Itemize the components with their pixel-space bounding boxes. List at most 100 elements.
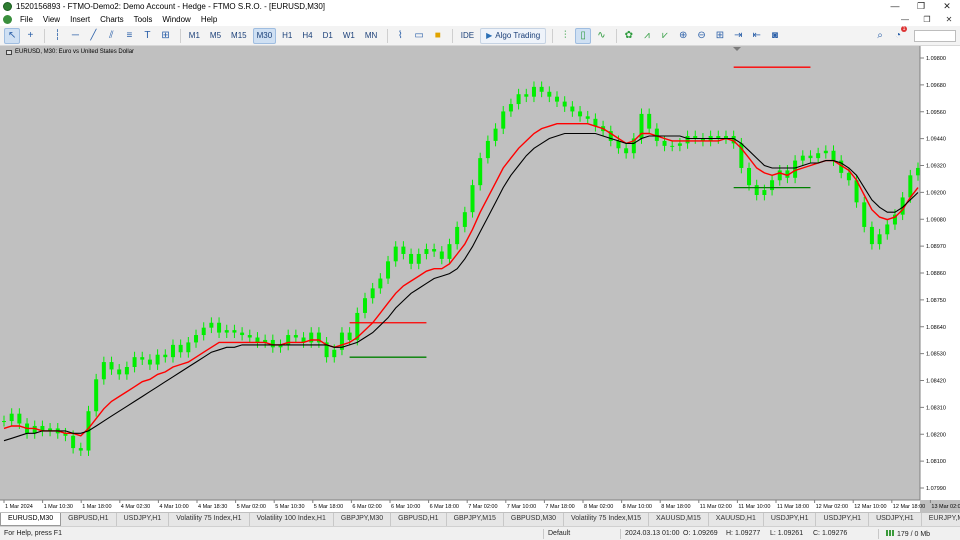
- close-button[interactable]: ✕: [934, 0, 960, 13]
- chart-minimize-button[interactable]: —: [894, 15, 916, 24]
- timeframe-m5[interactable]: M5: [206, 28, 225, 44]
- candle: [516, 88, 521, 110]
- time-tick-label: 4 Mar 10:00: [159, 504, 188, 510]
- timeframe-m1[interactable]: M1: [185, 28, 204, 44]
- timeframe-w1[interactable]: W1: [339, 28, 359, 44]
- candle: [201, 322, 206, 341]
- vertical-line-icon[interactable]: ┆: [49, 28, 65, 44]
- candle: [547, 86, 552, 103]
- chart-window[interactable]: 1.09800 1.09680 1.09560 1.09440 1.09320 1.092…: [0, 46, 960, 512]
- candle: [501, 106, 506, 135]
- autoscroll-icon[interactable]: ⇥: [730, 28, 746, 44]
- candle: [432, 243, 437, 257]
- status-profile[interactable]: Default: [548, 530, 570, 537]
- timeframe-m30[interactable]: M30: [252, 27, 277, 44]
- cursor-icon[interactable]: ↖: [4, 27, 21, 44]
- market-icon[interactable]: ■: [430, 28, 446, 44]
- chart-tab[interactable]: EURJPY,M15: [922, 513, 960, 526]
- algo-trading-button[interactable]: ▶ Algo Trading: [480, 27, 547, 44]
- candle: [524, 88, 529, 103]
- chart-tab[interactable]: Volatility 75 Index,H1: [169, 513, 250, 526]
- menu-insert[interactable]: Insert: [70, 15, 90, 24]
- candle: [163, 349, 168, 363]
- menu-view[interactable]: View: [43, 15, 60, 24]
- zoom-in-icon[interactable]: ⊕: [675, 28, 691, 44]
- chart-tab[interactable]: EURUSD,M30: [0, 513, 62, 526]
- crosshair-icon[interactable]: +: [22, 28, 38, 44]
- candle: [685, 130, 690, 149]
- ide-button[interactable]: IDE: [457, 28, 478, 44]
- menu-file[interactable]: File: [20, 15, 33, 24]
- menu-window[interactable]: Window: [162, 15, 190, 24]
- menu-charts[interactable]: Charts: [100, 15, 124, 24]
- channel-icon[interactable]: ⫽: [103, 28, 119, 44]
- chart-shift-icon[interactable]: ⇤: [749, 28, 765, 44]
- candle: [224, 324, 229, 338]
- time-tick-label: 8 Mar 18:00: [661, 504, 690, 510]
- toolbar-separator: [44, 28, 46, 43]
- chart-tab[interactable]: GBPUSD,H1: [391, 513, 447, 526]
- maximize-button[interactable]: ❐: [908, 0, 934, 13]
- indicator-list-icon[interactable]: ⩘: [639, 28, 655, 44]
- chart-restore-button[interactable]: ❐: [916, 15, 938, 24]
- chart-tab[interactable]: GBPUSD,H1: [61, 513, 117, 526]
- candle: [578, 106, 583, 122]
- candle: [747, 162, 752, 191]
- chart-tab[interactable]: GBPJPY,M15: [447, 513, 504, 526]
- candle: [401, 241, 406, 260]
- chart-tabs: EURUSD,M30 GBPUSD,H1 USDJPY,H1 Volatility 7…: [0, 512, 960, 526]
- color-settings-icon[interactable]: ✿: [621, 28, 637, 44]
- fibonacci-icon[interactable]: ≡: [121, 28, 137, 44]
- search-input[interactable]: [914, 29, 956, 42]
- chart-tab[interactable]: USDJPY,H1: [117, 513, 170, 526]
- chart-tab[interactable]: XAUUSD,H1: [709, 513, 764, 526]
- notifications-icon[interactable]: ◔ 1: [890, 25, 907, 44]
- time-tick-label: 6 Mar 02:00: [352, 504, 381, 510]
- price-tick-label: 1.07990: [926, 486, 946, 492]
- search-icon[interactable]: ⌕: [872, 28, 888, 44]
- window-titlebar: 1520156893 - FTMO-Demo2: Demo Account - …: [0, 0, 960, 13]
- text-tool-icon[interactable]: T: [139, 28, 155, 44]
- indicators-icon[interactable]: ⌇: [392, 28, 408, 44]
- candle: [209, 317, 214, 334]
- chart-tab[interactable]: Volatility 100 Index,H1: [250, 513, 334, 526]
- minimize-button[interactable]: —: [882, 0, 908, 13]
- zoom-out-icon[interactable]: ⊖: [693, 28, 709, 44]
- menu-tools[interactable]: Tools: [134, 15, 153, 24]
- periodicity-icon[interactable]: ⩗: [657, 28, 673, 44]
- chart-tab[interactable]: USDJPY,H1: [764, 513, 817, 526]
- timeframe-d1[interactable]: D1: [319, 28, 337, 44]
- status-high: H: 1.09277: [726, 530, 761, 537]
- chart-tab[interactable]: USDJPY,H1: [869, 513, 922, 526]
- screenshot-icon[interactable]: ◙: [767, 28, 783, 44]
- timeframe-h1[interactable]: H1: [278, 28, 296, 44]
- chart-tab[interactable]: XAUUSD,M15: [649, 513, 709, 526]
- chart-tab[interactable]: Volatility 75 Index,M15: [564, 513, 650, 526]
- trendline-icon[interactable]: ╱: [85, 28, 101, 44]
- status-open: O: 1.09269: [683, 530, 718, 537]
- grid-icon[interactable]: ⊞: [712, 28, 728, 44]
- timeframe-mn[interactable]: MN: [361, 28, 381, 44]
- chart-tab[interactable]: USDJPY,H1: [816, 513, 870, 526]
- chart-tab[interactable]: GBPUSD,M30: [504, 513, 564, 526]
- candle: [723, 130, 728, 144]
- shapes-icon[interactable]: ⊞: [157, 28, 173, 44]
- templates-icon[interactable]: ▭: [410, 28, 427, 44]
- timeframe-m15[interactable]: M15: [227, 28, 251, 44]
- price-tick-label: 1.08530: [926, 352, 946, 358]
- horizontal-line-icon[interactable]: ─: [67, 28, 83, 44]
- chart-close-button[interactable]: ✕: [938, 15, 960, 24]
- candle: [631, 133, 636, 159]
- candlestick-chart-icon[interactable]: ▯: [575, 27, 592, 44]
- candle: [393, 241, 398, 267]
- price-chart[interactable]: 1.09800 1.09680 1.09560 1.09440 1.09320 1.092…: [0, 46, 960, 512]
- price-tick-label: 1.08200: [926, 432, 946, 438]
- bar-chart-icon[interactable]: ⫶: [557, 28, 573, 44]
- timeframe-h4[interactable]: H4: [298, 28, 316, 44]
- chart-tab[interactable]: GBPJPY,M30: [334, 513, 392, 526]
- window-title: 1520156893 - FTMO-Demo2: Demo Account - …: [16, 2, 325, 11]
- line-chart-icon[interactable]: ∿: [593, 28, 609, 44]
- price-tick-label: 1.09560: [926, 110, 946, 116]
- time-tick-label: 12 Mar 02:00: [816, 504, 848, 510]
- menu-help[interactable]: Help: [201, 15, 217, 24]
